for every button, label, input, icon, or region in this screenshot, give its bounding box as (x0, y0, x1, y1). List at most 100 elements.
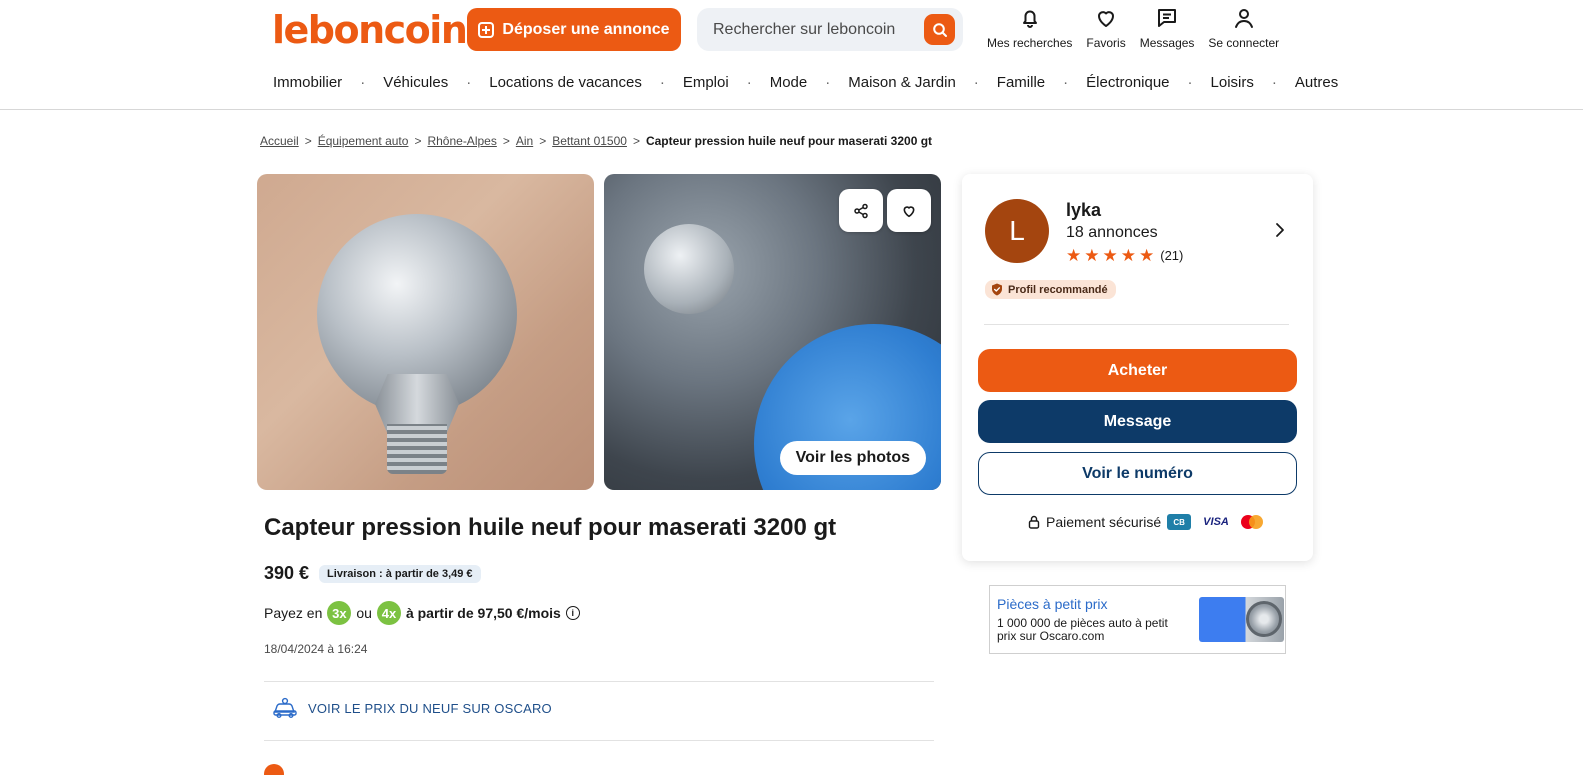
share-button[interactable] (839, 189, 883, 232)
chevron-right-icon[interactable] (1274, 222, 1286, 238)
breadcrumb-link[interactable]: Accueil (260, 134, 299, 148)
seller-ads-count: 18 annonces (1066, 224, 1158, 241)
seller-name[interactable]: lyka (1066, 200, 1101, 221)
sensor-thread-shape (387, 424, 447, 474)
next-section-partial (264, 762, 524, 775)
breadcrumb-separator: > (414, 134, 422, 148)
brake-disc-icon (1246, 601, 1282, 637)
buy-button[interactable]: Acheter (978, 349, 1297, 392)
heart-icon (903, 205, 915, 217)
breadcrumb-link[interactable]: Équipement auto (318, 134, 409, 148)
star-icon: ★ (1139, 246, 1155, 265)
nav-separator: · (1063, 74, 1069, 91)
breadcrumb-current: Capteur pression huile neuf pour maserat… (645, 134, 933, 148)
oscaro-ad-banner[interactable]: Pièces à petit prix 1 000 000 de pièces … (989, 585, 1286, 654)
star-icon: ★ (1120, 246, 1136, 265)
messages-link[interactable]: Messages (1133, 6, 1202, 50)
recommended-badge: Profil recommandé (985, 280, 1116, 299)
installment-amount: à partir de 97,50 €/mois (405, 605, 561, 621)
nav-separator: · (360, 74, 366, 91)
search-input[interactable] (713, 20, 913, 39)
listing-photo-1[interactable] (257, 174, 594, 490)
installment-or: ou (356, 605, 372, 621)
message-button[interactable]: Message (978, 400, 1297, 443)
breadcrumb-separator: > (539, 134, 547, 148)
mounted-sensor-shape (644, 224, 734, 314)
nav-item-autres[interactable]: Autres (1295, 74, 1338, 91)
card-divider (984, 324, 1289, 325)
cb-card-icon: CB (1167, 514, 1192, 530)
listing-price: 390 € (264, 563, 310, 583)
nav-item-maison-jardin[interactable]: Maison & Jardin (848, 74, 956, 91)
user-icon (1234, 9, 1253, 28)
price-row: 390 € Livraison : à partir de 3,49 € (264, 563, 481, 584)
star-icon: ★ (1084, 246, 1100, 265)
message-icon (1158, 9, 1177, 27)
ad-image (1199, 597, 1284, 642)
favorites-label: Favoris (1086, 36, 1126, 50)
nav-separator: · (825, 74, 831, 91)
nav-item-vehicules[interactable]: Véhicules (383, 74, 448, 91)
heart-icon (1098, 11, 1115, 27)
mastercard-icon (1240, 515, 1263, 529)
breadcrumb-link[interactable]: Ain (516, 134, 533, 148)
ad-title: Pièces à petit prix (997, 596, 1108, 612)
car-icon (273, 697, 297, 719)
nav-item-electronique[interactable]: Électronique (1086, 74, 1169, 91)
login-link[interactable]: Se connecter (1201, 6, 1286, 50)
ad-text: 1 000 000 de pièces auto à petit prix su… (997, 616, 1168, 644)
breadcrumb: Accueil > Équipement auto > Rhône-Alpes > A… (260, 134, 932, 148)
listing-photo-2[interactable]: Voir les photos (604, 174, 941, 490)
shield-check-icon (992, 283, 1002, 296)
breadcrumb-separator: > (632, 134, 640, 148)
favorites-link[interactable]: Favoris (1079, 6, 1132, 50)
nav-item-immobilier[interactable]: Immobilier (273, 74, 342, 91)
star-icon: ★ (1066, 246, 1082, 265)
oscaro-link-label: VOIR LE PRIX DU NEUF SUR OSCARO (308, 700, 552, 716)
site-header: leboncoin Déposer une annonce Mes recher… (0, 0, 1583, 110)
favorite-button[interactable] (887, 189, 931, 232)
nav-separator: · (1187, 74, 1193, 91)
nav-item-emploi[interactable]: Emploi (683, 74, 729, 91)
show-phone-button[interactable]: Voir le numéro (978, 452, 1297, 495)
breadcrumb-link[interactable]: Bettant 01500 (552, 134, 627, 148)
installment-prefix: Payez en (264, 605, 323, 621)
nav-item-loisirs[interactable]: Loisirs (1211, 74, 1254, 91)
installment-4x-badge: 4x (376, 601, 401, 625)
search-button[interactable] (924, 14, 955, 45)
delivery-badge: Livraison : à partir de 3,49 € (319, 564, 481, 583)
messages-label: Messages (1139, 36, 1195, 50)
leboncoin-logo[interactable]: leboncoin (272, 8, 468, 52)
post-ad-button[interactable]: Déposer une annonce (467, 8, 681, 51)
installment-3x-badge: 3x (327, 601, 352, 625)
lock-icon (1028, 515, 1040, 529)
nav-item-mode[interactable]: Mode (770, 74, 808, 91)
nav-separator: · (1271, 74, 1277, 91)
category-nav: Immobilier · Véhicules · Locations de vaca… (273, 74, 1338, 91)
saved-searches-label: Mes recherches (987, 36, 1073, 50)
avatar[interactable]: L (985, 199, 1049, 263)
nav-separator: · (746, 74, 752, 91)
breadcrumb-separator: > (304, 134, 312, 148)
nav-separator: · (659, 74, 665, 91)
visa-icon: VISA (1203, 516, 1229, 528)
nav-item-locations[interactable]: Locations de vacances (489, 74, 642, 91)
saved-searches-link[interactable]: Mes recherches (980, 6, 1079, 50)
post-ad-label: Déposer une annonce (502, 20, 670, 38)
oscaro-price-link[interactable]: VOIR LE PRIX DU NEUF SUR OSCARO (272, 697, 552, 719)
nav-separator: · (973, 74, 979, 91)
bell-icon (1022, 10, 1037, 28)
nav-separator: · (466, 74, 472, 91)
section-divider (264, 681, 934, 682)
secure-payment-label: Paiement sécurisé (1046, 514, 1162, 530)
seller-rating[interactable]: ★ ★ ★ ★ ★ (21) (1066, 247, 1183, 264)
section-divider (264, 740, 934, 741)
nav-item-famille[interactable]: Famille (997, 74, 1045, 91)
view-photos-button[interactable]: Voir les photos (779, 441, 926, 475)
breadcrumb-link[interactable]: Rhône-Alpes (427, 134, 496, 148)
section-icon (264, 764, 284, 775)
rating-count: (21) (1160, 248, 1184, 263)
secure-payment-row: Paiement sécurisé CB VISA (1028, 514, 1263, 530)
info-icon[interactable]: i (565, 606, 580, 620)
share-icon (854, 203, 868, 218)
